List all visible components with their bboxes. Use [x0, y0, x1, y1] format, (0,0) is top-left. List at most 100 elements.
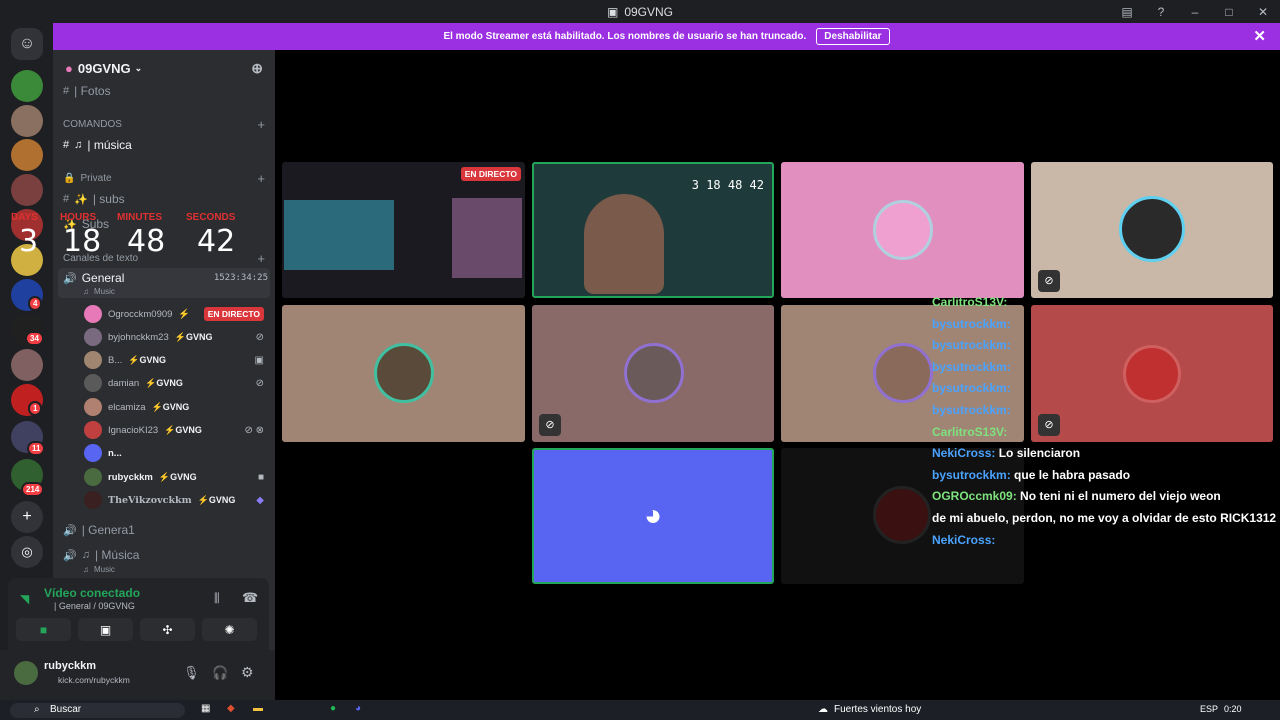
voice-channel-musica[interactable]: 🔊 ♫ | Música — [63, 548, 139, 562]
search-icon: ⌕ — [34, 704, 40, 715]
search-label: Buscar — [50, 704, 82, 715]
channel-musica[interactable]: # ♫ | música — [63, 138, 132, 152]
screen-share-button[interactable]: ▣ — [78, 618, 133, 641]
avatar — [84, 421, 102, 439]
disable-button[interactable]: Deshabilitar — [816, 28, 890, 45]
avatar — [873, 486, 931, 544]
home-button[interactable]: ☺ — [11, 28, 43, 60]
channel-fotos[interactable]: # | Fotos — [63, 84, 111, 98]
avatar — [84, 491, 102, 509]
mic-muted-icon: ⊘ — [255, 331, 264, 343]
voice-user[interactable]: Ogrocckm0909 ⚡ EN DIRECTO — [84, 305, 264, 323]
add-channel-icon[interactable]: + — [257, 171, 265, 186]
camera-tile[interactable]: 3 18 48 42 — [532, 162, 774, 298]
speaker-icon: 🔊 — [63, 549, 77, 562]
unread-badge: 214 — [21, 482, 45, 497]
timer-value: 48 — [127, 224, 166, 259]
timer-label: DAYS — [11, 212, 38, 223]
timer-label: SECONDS — [186, 212, 236, 223]
server-icon[interactable] — [11, 105, 43, 137]
voice-user[interactable]: rubyckkm ⚡GVNG ■ — [84, 468, 264, 486]
user-tile[interactable] — [781, 162, 1024, 298]
live-badge: EN DIRECTO — [203, 307, 264, 321]
headphones-icon[interactable]: 🎧 — [212, 665, 228, 681]
voice-user[interactable]: TheVikzovckkm ⚡GVNG ◆ — [84, 491, 264, 509]
minimize-button[interactable]: – — [1178, 5, 1212, 19]
server-logo-icon: ● — [65, 60, 73, 76]
signal-icon: ◥ — [20, 592, 30, 606]
avatar — [374, 343, 434, 403]
close-button[interactable]: ✕ — [1246, 5, 1280, 19]
server-icon[interactable] — [11, 349, 43, 381]
chat-line: bysutrockkm: — [932, 316, 1011, 331]
channel-status: ♫ Music — [83, 287, 115, 296]
soundboard-icon: ✺ — [224, 622, 235, 637]
spotify-icon[interactable]: ● — [330, 703, 336, 714]
folder-icon[interactable]: ▬ — [253, 703, 263, 714]
voice-user[interactable]: n... — [84, 444, 264, 462]
invite-icon[interactable]: ⊕ — [251, 60, 263, 77]
stream-content — [284, 200, 394, 270]
discord-icon[interactable]: ◕ — [355, 703, 361, 714]
avatar[interactable] — [14, 661, 38, 685]
unread-badge: 11 — [27, 441, 46, 456]
voice-user[interactable]: byjohnckkm23 ⚡GVNG ⊘ — [84, 328, 264, 346]
server-icon[interactable] — [11, 139, 43, 171]
add-channel-icon[interactable]: + — [257, 117, 265, 132]
screen-icon: ▣ — [254, 354, 264, 366]
boost-icon: ⚡ — [178, 308, 191, 320]
user-tile[interactable]: ◕ — [532, 448, 774, 584]
channel-timer: 1523:34:25 — [213, 273, 268, 283]
avatar — [1119, 196, 1185, 262]
activities-button[interactable]: ✣ — [140, 618, 195, 641]
brave-icon[interactable]: ◆ — [227, 703, 235, 714]
user-tile[interactable]: ⊘ — [532, 305, 774, 442]
voice-user[interactable]: damian ⚡GVNG ⊘ — [84, 374, 264, 392]
stream-tile[interactable]: EN DIRECTO — [282, 162, 525, 298]
hash-icon: # — [63, 193, 70, 205]
timer-label: MINUTES — [117, 212, 162, 223]
soundboard-button[interactable]: ✺ — [202, 618, 257, 641]
noise-icon[interactable]: ⫼ — [214, 591, 220, 606]
avatar — [873, 200, 933, 260]
camera-button[interactable]: ■ — [16, 618, 71, 641]
banner-text: El modo Streamer está habilitado. Los no… — [443, 31, 807, 42]
speaker-icon: 🔊 — [63, 272, 77, 285]
server-header[interactable]: ● 09GVNG ⌄ ⊕ — [53, 50, 275, 86]
server-icon[interactable] — [11, 70, 43, 102]
music-icon: ♫ — [81, 549, 90, 561]
chat-line: bysutrockkm: — [932, 359, 1011, 374]
maximize-button[interactable]: □ — [1212, 5, 1246, 19]
voice-user[interactable]: B... ⚡GVNG ▣ — [84, 351, 264, 369]
channel-status: ♫ Music — [83, 565, 115, 574]
settings-icon[interactable]: ⚙ — [241, 664, 254, 681]
user-tile[interactable] — [282, 305, 525, 442]
voice-channel-genera1[interactable]: 🔊 | Genera1 — [63, 523, 135, 537]
inbox-icon[interactable]: ▤ — [1110, 5, 1144, 19]
category-comandos[interactable]: COMANDOS + — [63, 117, 265, 132]
taskview-icon[interactable]: ▦ — [201, 703, 210, 714]
explore-icon[interactable]: ◎ — [11, 536, 43, 568]
chevron-down-icon: ⌄ — [134, 62, 143, 73]
user-tile[interactable]: ⊘ — [1031, 162, 1273, 298]
close-icon[interactable]: ✕ — [1253, 27, 1266, 45]
add-server-icon[interactable]: + — [11, 501, 43, 533]
voice-user[interactable]: IgnacioKI23 ⚡GVNG ⊘ ⊗ — [84, 421, 264, 439]
add-channel-icon[interactable]: + — [257, 251, 265, 266]
server-icon[interactable] — [11, 174, 43, 206]
voice-channel: | General / 09GVNG — [54, 601, 135, 611]
avatar — [624, 343, 684, 403]
mic-icon[interactable]: 🎙 — [183, 665, 200, 681]
disconnect-icon[interactable]: ☎ — [242, 590, 258, 606]
help-icon[interactable]: ? — [1144, 5, 1178, 19]
discord-icon: ▣ — [606, 4, 619, 19]
category-private[interactable]: 🔒 Private + — [63, 171, 265, 186]
webcam-feed — [584, 194, 664, 294]
voice-user[interactable]: elcamiza ⚡GVNG — [84, 398, 264, 416]
avatar — [84, 305, 102, 323]
voice-status: Vídeo conectado — [44, 586, 141, 600]
speaker-icon: 🔊 — [63, 524, 77, 537]
hash-icon: # — [63, 139, 70, 151]
channel-subs[interactable]: # ✨ | subs — [63, 192, 125, 206]
discord-icon: ◕ — [643, 499, 663, 532]
